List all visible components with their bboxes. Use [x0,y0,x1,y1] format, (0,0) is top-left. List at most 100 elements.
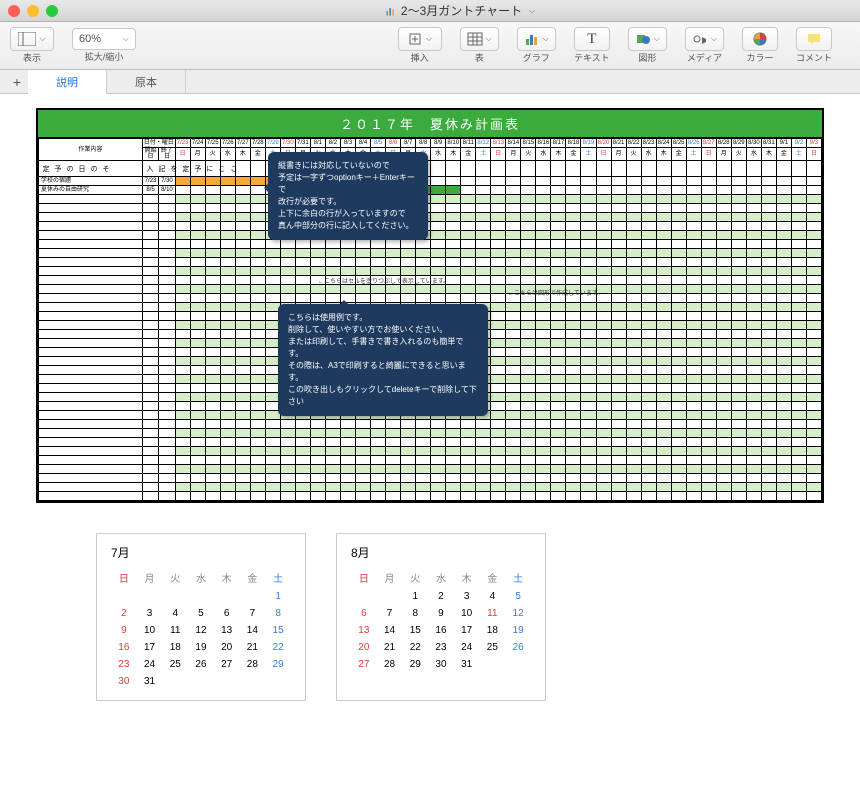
empty-cell[interactable] [566,303,581,312]
empty-cell[interactable] [431,465,446,474]
empty-cell[interactable] [746,303,761,312]
empty-cell[interactable] [776,267,791,276]
empty-cell[interactable] [641,447,656,456]
empty-cell[interactable] [596,411,611,420]
empty-cell[interactable] [250,258,265,267]
empty-cell[interactable] [235,411,250,420]
empty-cell[interactable] [671,294,686,303]
empty-cell[interactable] [776,240,791,249]
empty-cell[interactable] [671,411,686,420]
empty-cell[interactable] [806,393,821,402]
empty-cell[interactable] [641,312,656,321]
empty-cell[interactable] [596,312,611,321]
empty-cell[interactable] [310,285,325,294]
empty-cell[interactable] [701,375,716,384]
empty-label[interactable] [39,483,143,492]
task-cell[interactable] [476,186,491,195]
empty-cell[interactable] [506,231,521,240]
empty-cell[interactable] [566,267,581,276]
empty-cell[interactable] [626,303,641,312]
empty-cell[interactable] [476,267,491,276]
empty-cell[interactable] [596,303,611,312]
empty-cell[interactable] [340,267,355,276]
empty-cell[interactable] [671,267,686,276]
empty-cell[interactable] [190,330,205,339]
empty-cell[interactable] [686,357,701,366]
empty-cell[interactable] [611,339,626,348]
empty-cell[interactable] [686,222,701,231]
task-cell[interactable] [190,186,205,195]
empty-cell[interactable] [626,267,641,276]
empty-cell[interactable] [776,312,791,321]
empty-cell[interactable] [746,438,761,447]
empty-cell[interactable] [761,231,776,240]
empty-cell[interactable] [671,492,686,501]
empty-cell[interactable] [431,438,446,447]
task-cell[interactable] [235,186,250,195]
empty-cell[interactable] [220,312,235,321]
empty-cell[interactable] [205,285,220,294]
empty-cell[interactable] [626,330,641,339]
empty-cell[interactable] [371,456,386,465]
cal-day[interactable]: 26 [188,656,214,673]
empty-cell[interactable] [656,375,671,384]
empty-cell[interactable] [175,393,190,402]
empty-cell[interactable] [686,204,701,213]
empty-cell[interactable] [205,465,220,474]
empty-cell[interactable] [626,249,641,258]
empty-cell[interactable] [431,213,446,222]
empty-cell[interactable] [656,411,671,420]
empty-cell[interactable] [356,429,371,438]
empty-cell[interactable] [716,285,731,294]
empty-cell[interactable] [265,276,280,285]
empty-cell[interactable] [205,348,220,357]
empty-cell[interactable] [371,249,386,258]
empty-cell[interactable] [250,420,265,429]
cal-day[interactable]: 28 [377,656,403,673]
empty-cell[interactable] [656,447,671,456]
empty-cell[interactable] [611,474,626,483]
empty-cell[interactable] [491,366,506,375]
empty-label[interactable] [39,411,143,420]
empty-cell[interactable] [806,420,821,429]
empty-cell[interactable] [250,321,265,330]
empty-cell[interactable] [626,492,641,501]
empty-cell[interactable] [566,447,581,456]
empty-cell[interactable] [521,240,536,249]
empty-cell[interactable] [611,258,626,267]
empty-cell[interactable] [806,330,821,339]
empty-cell[interactable] [521,222,536,231]
empty-cell[interactable] [491,240,506,249]
empty-cell[interactable] [461,294,476,303]
empty-cell[interactable] [746,195,761,204]
empty-cell[interactable] [220,303,235,312]
task-cell[interactable] [446,186,461,195]
empty-cell[interactable] [641,438,656,447]
empty-cell[interactable] [476,249,491,258]
empty-cell[interactable] [295,285,310,294]
empty-cell[interactable] [746,357,761,366]
empty-cell[interactable] [175,258,190,267]
empty-cell[interactable] [716,330,731,339]
empty-cell[interactable] [521,438,536,447]
empty-cell[interactable] [716,195,731,204]
empty-cell[interactable] [431,285,446,294]
empty-cell[interactable] [731,357,746,366]
empty-cell[interactable] [536,258,551,267]
empty-cell[interactable] [611,366,626,375]
empty-cell[interactable] [250,474,265,483]
empty-cell[interactable] [731,240,746,249]
empty-cell[interactable] [371,420,386,429]
empty-cell[interactable] [791,231,806,240]
empty-cell[interactable] [806,339,821,348]
empty-cell[interactable] [671,222,686,231]
empty-cell[interactable] [641,285,656,294]
empty-cell[interactable] [581,393,596,402]
empty-cell[interactable] [416,267,431,276]
empty-cell[interactable] [220,483,235,492]
empty-cell[interactable] [220,447,235,456]
empty-cell[interactable] [596,483,611,492]
empty-cell[interactable] [205,222,220,231]
empty-cell[interactable] [656,420,671,429]
empty-cell[interactable] [175,303,190,312]
